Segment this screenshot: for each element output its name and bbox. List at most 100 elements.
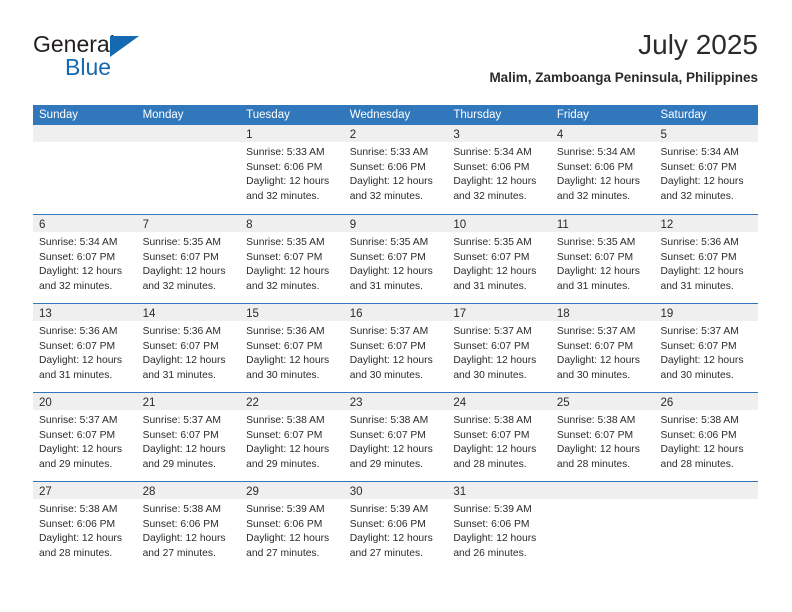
daylight-text: Daylight: 12 hours (453, 266, 537, 277)
day-details: Sunrise: 5:37 AM Sunset: 6:07 PM Daylight:… (654, 321, 758, 383)
daylight-text-cont: and 28 minutes. (39, 547, 113, 559)
day-details: Sunrise: 5:35 AM Sunset: 6:07 PM Daylight:… (240, 232, 344, 294)
sunrise-text: Sunrise: 5:37 AM (142, 415, 221, 426)
calendar-day-cell[interactable]: 10 Sunrise: 5:35 AM Sunset: 6:07 PM Dayligh… (447, 215, 551, 303)
calendar-day-cell[interactable]: 29 Sunrise: 5:39 AM Sunset: 6:06 PM Dayligh… (240, 482, 344, 570)
day-details: Sunrise: 5:34 AM Sunset: 6:06 PM Daylight:… (551, 142, 655, 204)
day-number-band: 9 (343, 215, 448, 232)
day-number-band: 28 (136, 482, 241, 499)
calendar-week-row: 20 Sunrise: 5:37 AM Sunset: 6:07 PM Dayligh… (33, 392, 759, 481)
calendar-day-cell[interactable]: 28 Sunrise: 5:38 AM Sunset: 6:06 PM Dayligh… (136, 482, 241, 570)
daylight-text: Daylight: 12 hours (556, 444, 640, 455)
calendar-day-cell[interactable]: 17 Sunrise: 5:37 AM Sunset: 6:07 PM Dayligh… (447, 304, 551, 392)
day-number-band: 19 (654, 304, 759, 321)
daylight-text: Daylight: 12 hours (349, 176, 433, 187)
daylight-text-cont: and 32 minutes. (556, 190, 631, 202)
sunset-text: Sunset: 6:06 PM (660, 429, 737, 441)
day-number: 11 (556, 219, 569, 231)
calendar-day-cell[interactable]: 23 Sunrise: 5:38 AM Sunset: 6:07 PM Dayligh… (343, 393, 448, 481)
daylight-text-cont: and 32 minutes. (453, 190, 527, 202)
sunrise-text: Sunrise: 5:38 AM (453, 415, 532, 426)
daylight-text: Daylight: 12 hours (246, 176, 330, 187)
day-number-band: 25 (550, 393, 655, 410)
sunset-text: Sunset: 6:07 PM (142, 251, 219, 263)
calendar-day-cell[interactable]: 1 Sunrise: 5:33 AM Sunset: 6:06 PM Daylight… (240, 125, 344, 214)
day-number-band: 29 (240, 482, 344, 499)
daylight-text: Daylight: 12 hours (39, 444, 122, 455)
day-details: Sunrise: 5:37 AM Sunset: 6:07 PM Daylight:… (33, 410, 137, 472)
calendar-day-cell[interactable]: 6 Sunrise: 5:34 AM Sunset: 6:07 PM Daylight… (33, 215, 137, 303)
daylight-text-cont: and 29 minutes. (349, 458, 424, 470)
sunrise-text: Sunrise: 5:35 AM (142, 237, 221, 248)
calendar-day-cell[interactable]: 7 Sunrise: 5:35 AM Sunset: 6:07 PM Daylight… (136, 215, 241, 303)
daylight-text: Daylight: 12 hours (246, 444, 330, 455)
calendar-day-cell[interactable]: 21 Sunrise: 5:37 AM Sunset: 6:07 PM Dayligh… (136, 393, 241, 481)
calendar-day-cell[interactable]: 18 Sunrise: 5:37 AM Sunset: 6:07 PM Dayligh… (550, 304, 655, 392)
sunrise-text: Sunrise: 5:38 AM (39, 504, 118, 515)
calendar-day-cell[interactable]: 27 Sunrise: 5:38 AM Sunset: 6:06 PM Dayligh… (33, 482, 137, 570)
daylight-text: Daylight: 12 hours (349, 444, 433, 455)
sunset-text: Sunset: 6:07 PM (349, 340, 426, 352)
page-subtitle: Malim, Zamboanga Peninsula, Philippines (489, 70, 758, 85)
calendar-day-cell[interactable]: 20 Sunrise: 5:37 AM Sunset: 6:07 PM Dayligh… (33, 393, 137, 481)
daylight-text: Daylight: 12 hours (556, 355, 640, 366)
day-details: Sunrise: 5:36 AM Sunset: 6:07 PM Daylight:… (137, 321, 241, 383)
sunrise-text: Sunrise: 5:37 AM (556, 326, 636, 337)
day-number: 19 (660, 308, 674, 320)
daylight-text: Daylight: 12 hours (39, 355, 122, 366)
daylight-text: Daylight: 12 hours (453, 355, 537, 366)
day-number-band: 27 (33, 482, 137, 499)
calendar-day-cell[interactable]: 14 Sunrise: 5:36 AM Sunset: 6:07 PM Dayligh… (136, 304, 241, 392)
daylight-text: Daylight: 12 hours (142, 533, 226, 544)
day-details (137, 142, 241, 146)
day-number: 6 (39, 219, 46, 231)
sunrise-text: Sunrise: 5:33 AM (349, 147, 429, 158)
day-number: 7 (142, 219, 149, 231)
calendar-day-cell[interactable]: 4 Sunrise: 5:34 AM Sunset: 6:06 PM Daylight… (550, 125, 655, 214)
sunset-text: Sunset: 6:06 PM (142, 518, 219, 530)
sunset-text: Sunset: 6:07 PM (142, 340, 219, 352)
daylight-text: Daylight: 12 hours (453, 176, 537, 187)
daylight-text: Daylight: 12 hours (142, 444, 226, 455)
day-details: Sunrise: 5:39 AM Sunset: 6:06 PM Daylight:… (240, 499, 344, 561)
calendar-day-cell[interactable]: 5 Sunrise: 5:34 AM Sunset: 6:07 PM Daylight… (654, 125, 759, 214)
day-number: 29 (246, 486, 259, 498)
day-details: Sunrise: 5:38 AM Sunset: 6:07 PM Daylight:… (551, 410, 655, 472)
calendar-day-cell[interactable]: 11 Sunrise: 5:35 AM Sunset: 6:07 PM Dayligh… (550, 215, 655, 303)
calendar-day-cell-empty (654, 482, 759, 570)
calendar-day-cell[interactable]: 13 Sunrise: 5:36 AM Sunset: 6:07 PM Dayligh… (33, 304, 137, 392)
page-header: General Blue July 2025 Malim, Zamboanga … (33, 28, 758, 98)
day-number-band: 5 (654, 125, 759, 142)
sunset-text: Sunset: 6:07 PM (349, 429, 426, 441)
day-details: Sunrise: 5:36 AM Sunset: 6:07 PM Daylight:… (33, 321, 137, 383)
calendar-day-cell[interactable]: 16 Sunrise: 5:37 AM Sunset: 6:07 PM Dayligh… (343, 304, 448, 392)
daylight-text-cont: and 32 minutes. (349, 190, 424, 202)
calendar-day-cell[interactable]: 15 Sunrise: 5:36 AM Sunset: 6:07 PM Dayligh… (240, 304, 344, 392)
calendar-day-cell[interactable]: 12 Sunrise: 5:36 AM Sunset: 6:07 PM Dayligh… (654, 215, 759, 303)
day-number: 2 (349, 129, 357, 141)
calendar-week-row: 27 Sunrise: 5:38 AM Sunset: 6:06 PM Dayligh… (33, 481, 759, 570)
calendar-day-cell[interactable]: 2 Sunrise: 5:33 AM Sunset: 6:06 PM Daylight… (343, 125, 448, 214)
calendar-day-cell[interactable]: 3 Sunrise: 5:34 AM Sunset: 6:06 PM Daylight… (447, 125, 551, 214)
sunset-text: Sunset: 6:07 PM (556, 251, 634, 263)
calendar-day-cell[interactable]: 24 Sunrise: 5:38 AM Sunset: 6:07 PM Dayligh… (447, 393, 551, 481)
general-blue-logo[interactable]: General Blue (33, 32, 183, 84)
calendar-day-cell[interactable]: 26 Sunrise: 5:38 AM Sunset: 6:06 PM Dayligh… (654, 393, 759, 481)
daylight-text: Daylight: 12 hours (453, 533, 537, 544)
calendar-day-cell[interactable]: 30 Sunrise: 5:39 AM Sunset: 6:06 PM Dayligh… (343, 482, 448, 570)
day-number: 8 (246, 219, 253, 231)
calendar-day-cell[interactable]: 31 Sunrise: 5:39 AM Sunset: 6:06 PM Dayligh… (447, 482, 551, 570)
daylight-text: Daylight: 12 hours (39, 266, 122, 277)
day-number: 31 (453, 486, 467, 498)
calendar-page: General Blue July 2025 Malim, Zamboanga … (0, 0, 792, 612)
daylight-text-cont: and 30 minutes. (246, 369, 320, 381)
calendar-day-cell[interactable]: 25 Sunrise: 5:38 AM Sunset: 6:07 PM Dayligh… (550, 393, 655, 481)
daylight-text-cont: and 29 minutes. (142, 458, 216, 470)
calendar-day-cell[interactable]: 19 Sunrise: 5:37 AM Sunset: 6:07 PM Dayligh… (654, 304, 759, 392)
day-details: Sunrise: 5:39 AM Sunset: 6:06 PM Daylight:… (344, 499, 448, 561)
calendar-day-cell[interactable]: 22 Sunrise: 5:38 AM Sunset: 6:07 PM Dayligh… (240, 393, 344, 481)
sunset-text: Sunset: 6:07 PM (453, 340, 530, 352)
day-number-band (33, 125, 137, 142)
calendar-day-cell[interactable]: 9 Sunrise: 5:35 AM Sunset: 6:07 PM Daylight… (343, 215, 448, 303)
calendar-day-cell[interactable]: 8 Sunrise: 5:35 AM Sunset: 6:07 PM Daylight… (240, 215, 344, 303)
